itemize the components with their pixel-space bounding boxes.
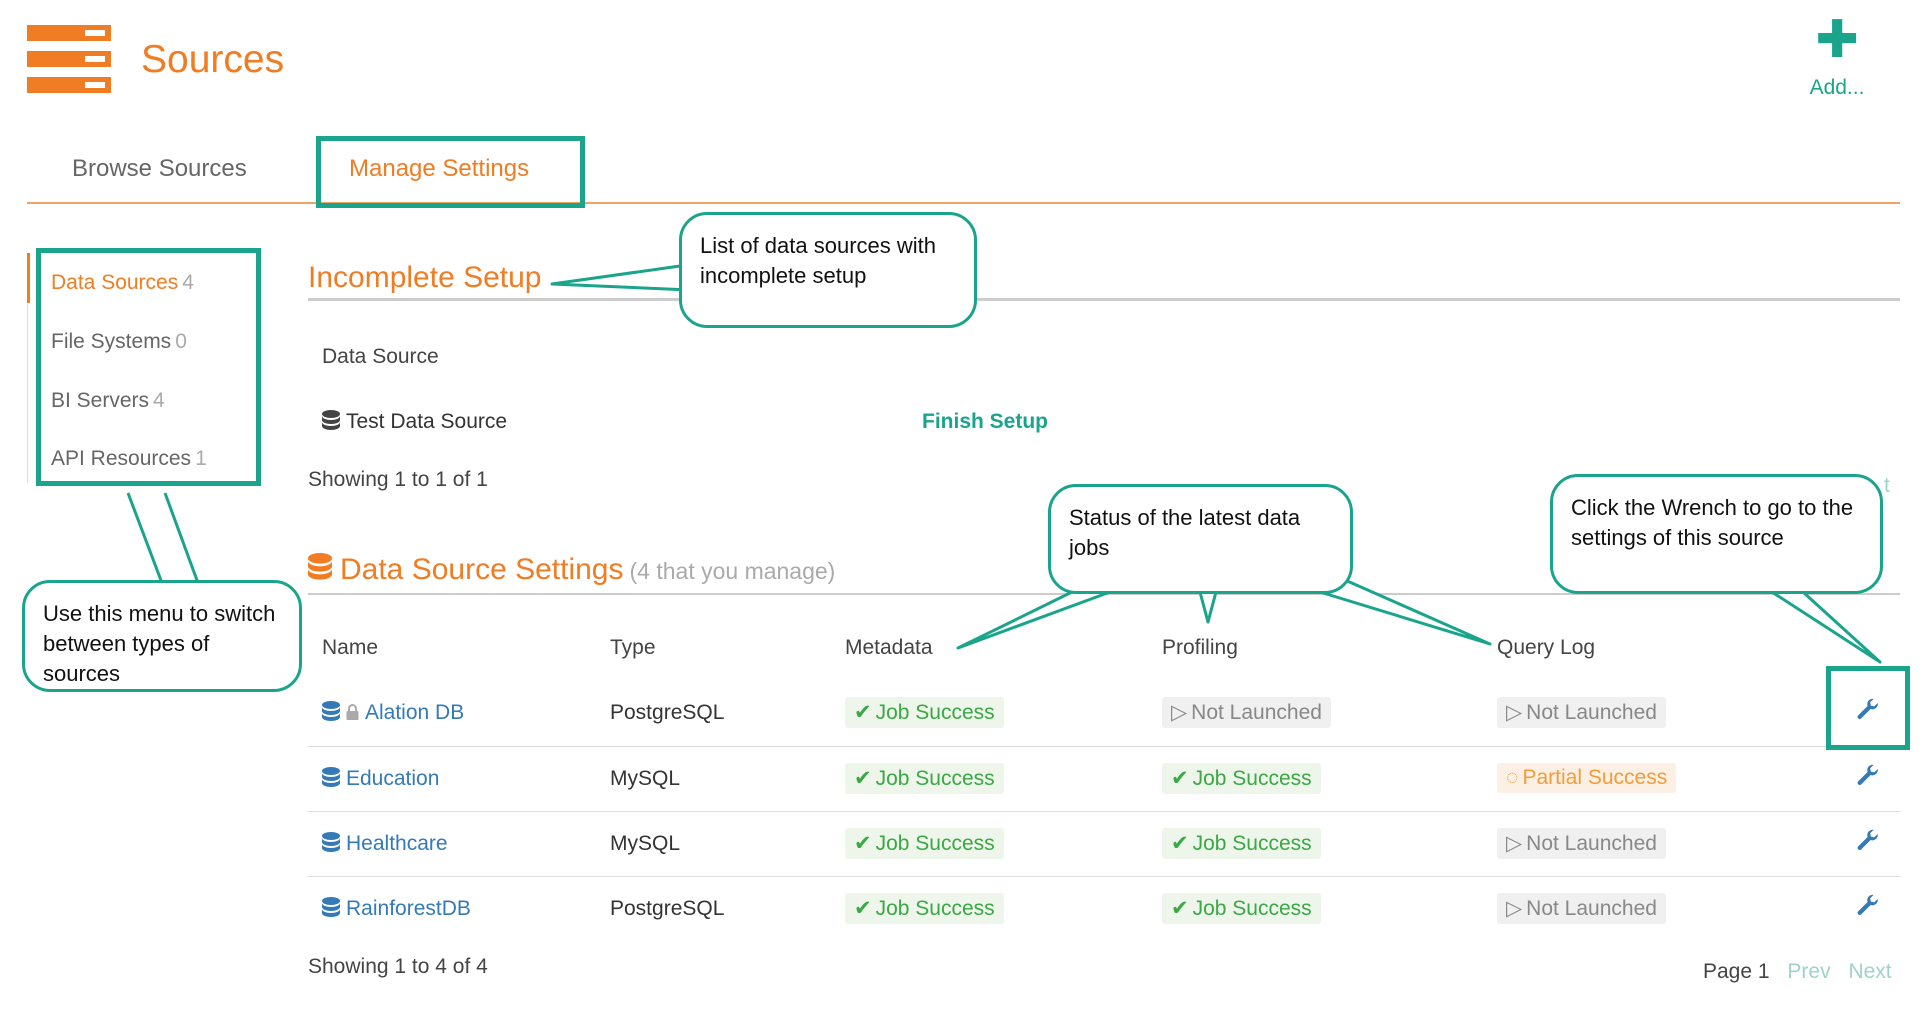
callout-wrench: Click the Wrench to go to the settings o… bbox=[1550, 474, 1883, 594]
callout-status: Status of the latest data jobs bbox=[1048, 484, 1353, 594]
callout-menu: Use this menu to switch between types of… bbox=[22, 580, 302, 692]
callout-incomplete-setup: List of data sources with incomplete set… bbox=[679, 212, 977, 328]
